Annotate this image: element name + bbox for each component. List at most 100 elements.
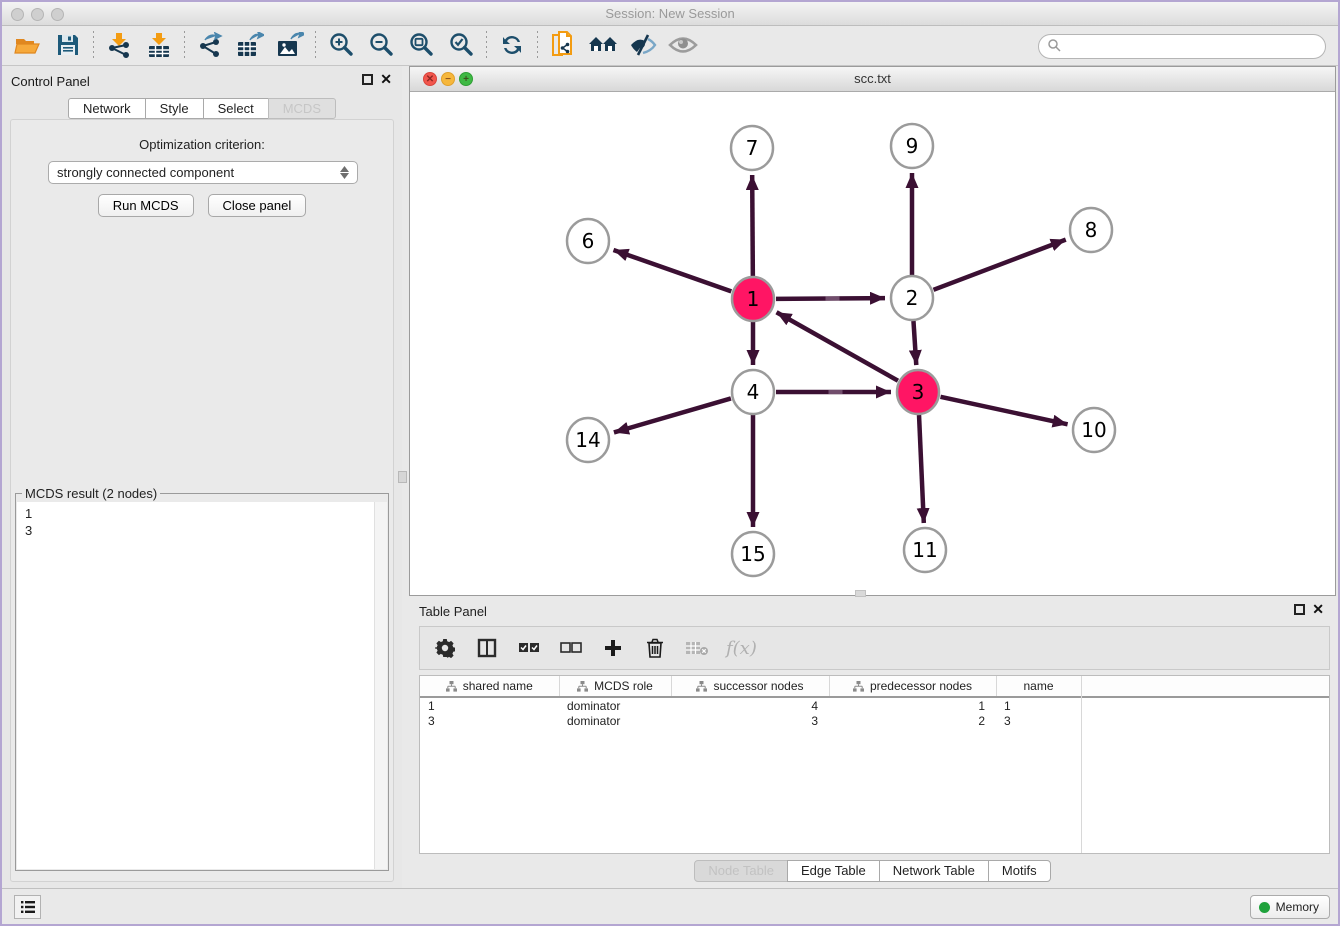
search-icon (1047, 38, 1061, 55)
graph-edge-3-10[interactable] (940, 397, 1067, 424)
import-table-button[interactable] (139, 29, 179, 63)
eye-icon (668, 34, 698, 59)
graph-node-8[interactable]: 8 (1070, 208, 1112, 252)
node-label: 2 (906, 286, 919, 310)
home-button[interactable] (583, 29, 623, 63)
graph-node-6[interactable]: 6 (567, 219, 609, 263)
import-network-button[interactable] (99, 29, 139, 63)
network-view-window: ✕ − + scc.txt 7 9 6 8 1 2 4 3 14 10 15 11 (409, 66, 1336, 596)
tab-network-table[interactable]: Network Table (879, 860, 989, 882)
delete-table-button[interactable] (684, 635, 710, 661)
node-label: 10 (1081, 418, 1106, 442)
zoom-in-button[interactable] (321, 29, 361, 63)
function-builder-button[interactable]: f(x) (726, 638, 757, 659)
node-label: 7 (746, 136, 759, 160)
graph-edge-3-11[interactable] (919, 415, 924, 523)
table-settings-button[interactable] (432, 635, 458, 661)
export-network-button[interactable] (190, 29, 230, 63)
column-header[interactable]: successor nodes (671, 676, 829, 697)
tab-style[interactable]: Style (145, 98, 204, 119)
column-header[interactable]: name (996, 676, 1081, 697)
graph-node-11[interactable]: 11 (904, 528, 946, 572)
zoom-in-icon (328, 32, 354, 61)
columns-icon (477, 638, 497, 658)
optimization-criterion-label: Optimization criterion: (11, 137, 393, 152)
close-table-panel-icon[interactable]: ✕ (1312, 604, 1324, 615)
checked-boxes-icon (518, 641, 540, 655)
graph-edge-2-3[interactable] (913, 321, 916, 365)
save-session-button[interactable] (48, 29, 88, 63)
tree-icon (853, 681, 864, 692)
result-scrollbar[interactable] (374, 502, 387, 869)
vertical-splitter-handle[interactable] (398, 471, 407, 483)
result-item[interactable]: 1 (25, 505, 387, 522)
zoom-selected-icon (448, 32, 474, 61)
graph-node-10[interactable]: 10 (1073, 408, 1115, 452)
graph-node-7[interactable]: 7 (731, 126, 773, 170)
graph-node-14[interactable]: 14 (567, 418, 609, 462)
graph-node-1[interactable]: 1 (732, 277, 774, 321)
column-header[interactable]: shared name (420, 676, 559, 697)
float-panel-icon[interactable] (362, 74, 373, 85)
export-image-button[interactable] (270, 29, 310, 63)
tab-mcds[interactable]: MCDS (268, 98, 336, 119)
tab-node-table[interactable]: Node Table (694, 860, 788, 882)
show-all-button[interactable] (663, 29, 703, 63)
refresh-button[interactable] (492, 29, 532, 63)
delete-column-button[interactable] (642, 635, 668, 661)
column-header[interactable]: MCDS role (559, 676, 671, 697)
gear-icon (435, 638, 455, 658)
close-panel-icon[interactable]: ✕ (380, 74, 392, 85)
hide-selected-button[interactable] (623, 29, 663, 63)
graph-node-15[interactable]: 15 (732, 532, 774, 576)
graph-edge-4-14[interactable] (614, 398, 731, 432)
graph-node-4[interactable]: 4 (732, 370, 774, 414)
node-table[interactable]: shared nameMCDS rolesuccessor nodesprede… (419, 675, 1330, 854)
graph-edge-3-1[interactable] (777, 312, 898, 380)
column-header[interactable]: predecessor nodes (829, 676, 996, 697)
show-columns-button[interactable] (474, 635, 500, 661)
column-divider (1081, 676, 1082, 853)
memory-label: Memory (1276, 900, 1319, 914)
zoom-out-button[interactable] (361, 29, 401, 63)
node-label: 14 (575, 428, 600, 452)
graph-node-9[interactable]: 9 (891, 124, 933, 168)
deselect-all-button[interactable] (558, 635, 584, 661)
create-column-button[interactable] (600, 635, 626, 661)
plus-icon (603, 638, 623, 658)
close-panel-button[interactable]: Close panel (208, 194, 307, 217)
select-all-button[interactable] (516, 635, 542, 661)
edge-label-mark (826, 297, 840, 301)
first-neighbors-button[interactable] (543, 29, 583, 63)
graph-edge-2-8[interactable] (934, 240, 1066, 290)
horizontal-splitter-handle[interactable] (855, 590, 866, 597)
graph-edge-1-7[interactable] (752, 175, 753, 276)
network-window-titlebar[interactable]: ✕ − + scc.txt (410, 67, 1335, 92)
graph-node-3[interactable]: 3 (897, 370, 939, 414)
float-table-panel-icon[interactable] (1294, 604, 1305, 615)
tab-motifs[interactable]: Motifs (988, 860, 1051, 882)
zoom-selected-button[interactable] (441, 29, 481, 63)
tab-select[interactable]: Select (203, 98, 269, 119)
tree-icon (696, 681, 707, 692)
memory-button[interactable]: Memory (1250, 895, 1330, 919)
tab-edge-table[interactable]: Edge Table (787, 860, 880, 882)
zoom-fit-button[interactable] (401, 29, 441, 63)
mcds-panel: Optimization criterion: strongly connect… (10, 119, 394, 882)
table-row[interactable]: 1dominator411 (420, 697, 1329, 713)
tab-network[interactable]: Network (68, 98, 146, 119)
mcds-result-title: MCDS result (2 nodes) (22, 486, 160, 501)
table-row[interactable]: 3dominator323 (420, 713, 1329, 729)
optimization-criterion-dropdown[interactable]: strongly connected component (48, 161, 358, 184)
search-input[interactable] (1038, 34, 1326, 59)
open-session-button[interactable] (8, 29, 48, 63)
graph-node-2[interactable]: 2 (891, 276, 933, 320)
graph-edge-1-6[interactable] (613, 250, 731, 291)
network-canvas[interactable]: 7 9 6 8 1 2 4 3 14 10 15 11 (410, 92, 1335, 595)
result-item[interactable]: 3 (25, 522, 387, 539)
mcds-result-list[interactable]: 13 (17, 502, 387, 539)
task-history-button[interactable] (14, 895, 41, 919)
export-table-button[interactable] (230, 29, 270, 63)
run-mcds-button[interactable]: Run MCDS (98, 194, 194, 217)
table-toolbar: f(x) (419, 626, 1330, 670)
